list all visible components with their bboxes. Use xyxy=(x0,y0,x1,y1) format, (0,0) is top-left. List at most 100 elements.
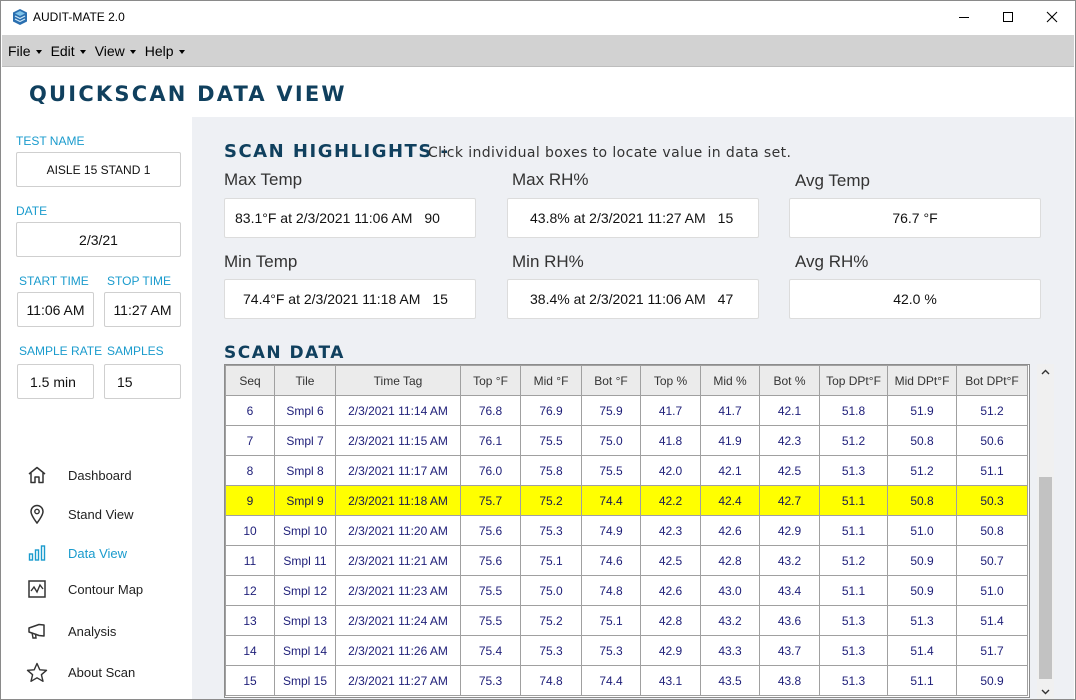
start-time-field[interactable]: 11:06 AM xyxy=(17,292,94,327)
table-cell[interactable]: 51.3 xyxy=(887,605,957,636)
scroll-down-button[interactable] xyxy=(1037,684,1054,699)
table-cell[interactable]: 42.8 xyxy=(640,605,701,636)
sample-rate-field[interactable]: 1.5 min xyxy=(17,364,94,399)
close-button[interactable] xyxy=(1029,1,1075,33)
table-cell[interactable]: 14 xyxy=(225,635,275,666)
table-cell[interactable]: 50.8 xyxy=(887,425,957,456)
table-cell[interactable]: 75.2 xyxy=(520,605,582,636)
table-cell[interactable]: 75.9 xyxy=(581,395,641,426)
table-cell[interactable]: 2/3/2021 11:20 AM xyxy=(335,515,461,546)
table-cell[interactable]: 2/3/2021 11:26 AM xyxy=(335,635,461,666)
table-cell[interactable]: 43.4 xyxy=(759,575,820,606)
table-cell[interactable]: 75.4 xyxy=(460,635,521,666)
max-temp-box[interactable]: 83.1°F at 2/3/2021 11:06 AM 90 xyxy=(224,198,476,238)
table-cell[interactable]: Smpl 15 xyxy=(274,665,336,696)
nav-data-view[interactable]: Data View xyxy=(26,541,186,565)
table-cell[interactable]: 51.4 xyxy=(887,635,957,666)
menu-view[interactable]: View xyxy=(95,43,136,59)
table-cell[interactable]: 2/3/2021 11:15 AM xyxy=(335,425,461,456)
table-cell[interactable]: 42.0 xyxy=(640,455,701,486)
table-cell[interactable]: 51.3 xyxy=(819,635,888,666)
table-cell[interactable]: 15 xyxy=(225,665,275,696)
table-cell[interactable]: 75.5 xyxy=(460,575,521,606)
table-cell[interactable]: Smpl 10 xyxy=(274,515,336,546)
table-cell[interactable]: 42.7 xyxy=(759,485,820,516)
table-cell[interactable]: 42.1 xyxy=(700,455,760,486)
table-cell[interactable]: 43.5 xyxy=(700,665,760,696)
table-scrollbar[interactable] xyxy=(1037,364,1054,699)
column-header[interactable]: Seq xyxy=(225,365,275,396)
table-cell[interactable]: 50.9 xyxy=(956,665,1028,696)
table-cell[interactable]: 43.2 xyxy=(700,605,760,636)
table-cell[interactable]: 50.9 xyxy=(887,575,957,606)
table-cell[interactable]: 51.0 xyxy=(956,575,1028,606)
table-cell[interactable]: 2/3/2021 11:23 AM xyxy=(335,575,461,606)
table-cell[interactable]: 41.7 xyxy=(640,395,701,426)
table-cell[interactable]: 2/3/2021 11:14 AM xyxy=(335,395,461,426)
table-row[interactable]: 7 Smpl 7 2/3/2021 11:15 AM 76.1 75.5 75.0 41.8… xyxy=(225,425,1028,456)
table-cell[interactable]: 6 xyxy=(225,395,275,426)
max-rh-box[interactable]: 43.8% at 2/3/2021 11:27 AM 15 xyxy=(507,198,759,238)
min-temp-box[interactable]: 74.4°F at 2/3/2021 11:18 AM 15 xyxy=(224,279,476,319)
table-cell[interactable]: 42.6 xyxy=(700,515,760,546)
table-cell[interactable]: 75.1 xyxy=(520,545,582,576)
table-cell[interactable]: 76.0 xyxy=(460,455,521,486)
table-cell[interactable]: 75.3 xyxy=(520,635,582,666)
table-cell[interactable]: 43.0 xyxy=(700,575,760,606)
table-cell[interactable]: Smpl 8 xyxy=(274,455,336,486)
nav-dashboard[interactable]: Dashboard xyxy=(26,463,186,487)
scroll-up-button[interactable] xyxy=(1037,364,1054,380)
table-cell[interactable]: 75.6 xyxy=(460,545,521,576)
table-cell[interactable]: 51.2 xyxy=(887,455,957,486)
test-name-field[interactable]: AISLE 15 STAND 1 xyxy=(16,152,181,187)
column-header[interactable]: Mid °F xyxy=(520,365,582,396)
table-cell[interactable]: 11 xyxy=(225,545,275,576)
table-cell[interactable]: 43.2 xyxy=(759,545,820,576)
table-row[interactable]: 6 Smpl 6 2/3/2021 11:14 AM 76.8 76.9 75.9 41.7… xyxy=(225,395,1028,426)
table-row[interactable]: 10 Smpl 10 2/3/2021 11:20 AM 75.6 75.3 74.9 42… xyxy=(225,515,1028,546)
scrollbar-thumb[interactable] xyxy=(1039,477,1052,679)
table-cell[interactable]: 42.3 xyxy=(640,515,701,546)
table-cell[interactable]: 50.8 xyxy=(956,515,1028,546)
min-rh-box[interactable]: 38.4% at 2/3/2021 11:06 AM 47 xyxy=(507,279,759,319)
table-cell[interactable]: 13 xyxy=(225,605,275,636)
table-cell[interactable]: 2/3/2021 11:17 AM xyxy=(335,455,461,486)
table-cell[interactable]: 42.9 xyxy=(640,635,701,666)
table-cell[interactable]: 42.8 xyxy=(700,545,760,576)
table-cell[interactable]: 75.6 xyxy=(460,515,521,546)
table-cell[interactable]: 41.9 xyxy=(700,425,760,456)
stop-time-field[interactable]: 11:27 AM xyxy=(104,292,181,327)
table-row[interactable]: 14 Smpl 14 2/3/2021 11:26 AM 75.4 75.3 75.3 42… xyxy=(225,635,1028,666)
nav-analysis[interactable]: Analysis xyxy=(26,619,186,643)
avg-rh-box[interactable]: 42.0 % xyxy=(789,279,1041,319)
table-cell[interactable]: Smpl 7 xyxy=(274,425,336,456)
table-cell[interactable]: 43.1 xyxy=(640,665,701,696)
table-cell[interactable]: 74.6 xyxy=(581,545,641,576)
table-cell[interactable]: 2/3/2021 11:21 AM xyxy=(335,545,461,576)
table-cell[interactable]: 51.1 xyxy=(819,485,888,516)
nav-stand-view[interactable]: Stand View xyxy=(26,502,186,526)
table-cell[interactable]: 74.8 xyxy=(581,575,641,606)
table-cell[interactable]: 42.4 xyxy=(700,485,760,516)
table-cell[interactable]: 75.5 xyxy=(581,455,641,486)
table-cell[interactable]: 76.1 xyxy=(460,425,521,456)
table-row[interactable]: 15 Smpl 15 2/3/2021 11:27 AM 75.3 74.8 74.4 43… xyxy=(225,665,1028,696)
column-header[interactable]: Top °F xyxy=(460,365,521,396)
table-cell[interactable]: 75.3 xyxy=(460,665,521,696)
nav-contour-map[interactable]: Contour Map xyxy=(26,577,186,601)
table-cell[interactable]: 2/3/2021 11:24 AM xyxy=(335,605,461,636)
table-cell[interactable]: 51.4 xyxy=(956,605,1028,636)
table-cell[interactable]: Smpl 12 xyxy=(274,575,336,606)
table-cell[interactable]: 41.7 xyxy=(700,395,760,426)
table-cell[interactable]: 50.3 xyxy=(956,485,1028,516)
menu-file[interactable]: File xyxy=(8,43,42,59)
table-cell[interactable]: 9 xyxy=(225,485,275,516)
table-cell[interactable]: Smpl 6 xyxy=(274,395,336,426)
table-cell[interactable]: 43.7 xyxy=(759,635,820,666)
table-cell[interactable]: 51.3 xyxy=(819,605,888,636)
table-cell[interactable]: 51.1 xyxy=(819,515,888,546)
table-cell[interactable]: 42.9 xyxy=(759,515,820,546)
table-row[interactable]: 12 Smpl 12 2/3/2021 11:23 AM 75.5 75.0 74.8 42… xyxy=(225,575,1028,606)
table-cell[interactable]: 50.9 xyxy=(887,545,957,576)
table-cell[interactable]: 74.8 xyxy=(520,665,582,696)
